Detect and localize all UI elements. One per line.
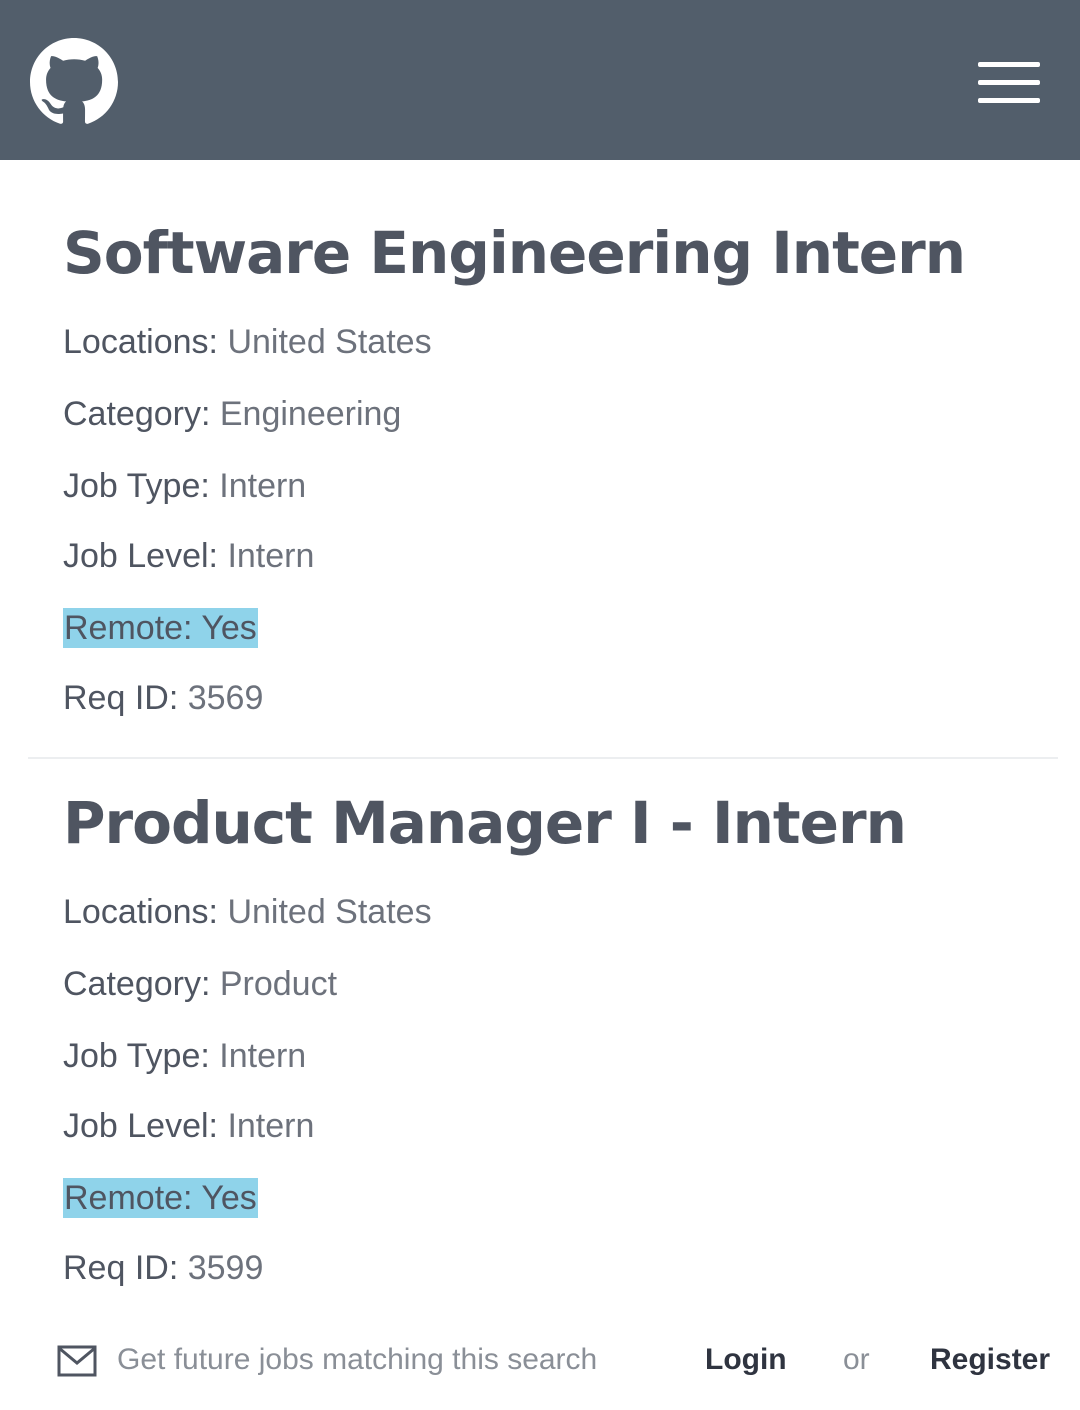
field-label: Job Level: bbox=[63, 537, 218, 575]
job-locations: Locations: United States bbox=[63, 892, 432, 932]
job-remote-highlighted: Remote: Yes bbox=[63, 1178, 258, 1218]
menu-bar bbox=[978, 98, 1040, 103]
github-logo-icon[interactable] bbox=[30, 38, 118, 126]
field-label: Req ID: bbox=[63, 1249, 179, 1287]
job-type: Job Type: Intern bbox=[63, 466, 306, 506]
field-label: Locations: bbox=[63, 893, 218, 931]
job-level: Job Level: Intern bbox=[63, 1106, 314, 1146]
or-text: or bbox=[843, 1343, 870, 1376]
job-type: Job Type: Intern bbox=[63, 1036, 306, 1076]
job-category: Category: Engineering bbox=[63, 394, 401, 434]
field-value: Intern bbox=[227, 537, 315, 575]
field-value: 3569 bbox=[187, 679, 264, 717]
job-title-link[interactable]: Product Manager I - Intern bbox=[63, 788, 1053, 858]
hamburger-menu-icon[interactable] bbox=[978, 62, 1042, 104]
job-req-id: Req ID: 3599 bbox=[63, 1248, 263, 1288]
job-category: Category: Product bbox=[63, 964, 337, 1004]
field-value: Intern bbox=[219, 1037, 307, 1075]
envelope-icon bbox=[57, 1345, 97, 1377]
field-label: Job Level: bbox=[63, 1107, 218, 1145]
field-label: Job Type: bbox=[63, 1037, 210, 1075]
field-label: Req ID: bbox=[63, 679, 179, 717]
menu-bar bbox=[978, 62, 1040, 67]
job-locations: Locations: United States bbox=[63, 322, 432, 362]
job-alert-text: Get future jobs matching this search bbox=[117, 1343, 598, 1376]
field-value: 3599 bbox=[187, 1249, 264, 1287]
field-value: Engineering bbox=[219, 395, 402, 433]
job-listing: Product Manager I - Intern Locations: Un… bbox=[63, 788, 1053, 1298]
job-title-link[interactable]: Software Engineering Intern bbox=[63, 218, 1053, 288]
job-listing: Software Engineering Intern Locations: U… bbox=[63, 218, 1053, 728]
field-value: United States bbox=[227, 323, 432, 361]
login-link[interactable]: Login bbox=[705, 1336, 787, 1384]
top-navigation-bar bbox=[0, 0, 1080, 160]
field-value: Intern bbox=[227, 1107, 315, 1145]
field-label: Remote: bbox=[64, 609, 193, 647]
field-value: Yes bbox=[201, 609, 257, 647]
job-req-id: Req ID: 3569 bbox=[63, 678, 263, 718]
job-remote-highlighted: Remote: Yes bbox=[63, 608, 258, 648]
field-label: Category: bbox=[63, 965, 211, 1003]
field-label: Remote: bbox=[64, 1179, 193, 1217]
register-link[interactable]: Register bbox=[930, 1336, 1050, 1384]
menu-bar bbox=[978, 80, 1040, 85]
field-label: Category: bbox=[63, 395, 211, 433]
job-level: Job Level: Intern bbox=[63, 536, 314, 576]
field-value: Product bbox=[219, 965, 338, 1003]
field-label: Locations: bbox=[63, 323, 218, 361]
field-value: Intern bbox=[219, 467, 307, 505]
listing-divider bbox=[28, 757, 1058, 759]
field-label: Job Type: bbox=[63, 467, 210, 505]
field-value: Yes bbox=[201, 1179, 257, 1217]
field-value: United States bbox=[227, 893, 432, 931]
job-alert-bar: Get future jobs matching this search Log… bbox=[55, 1336, 1065, 1386]
